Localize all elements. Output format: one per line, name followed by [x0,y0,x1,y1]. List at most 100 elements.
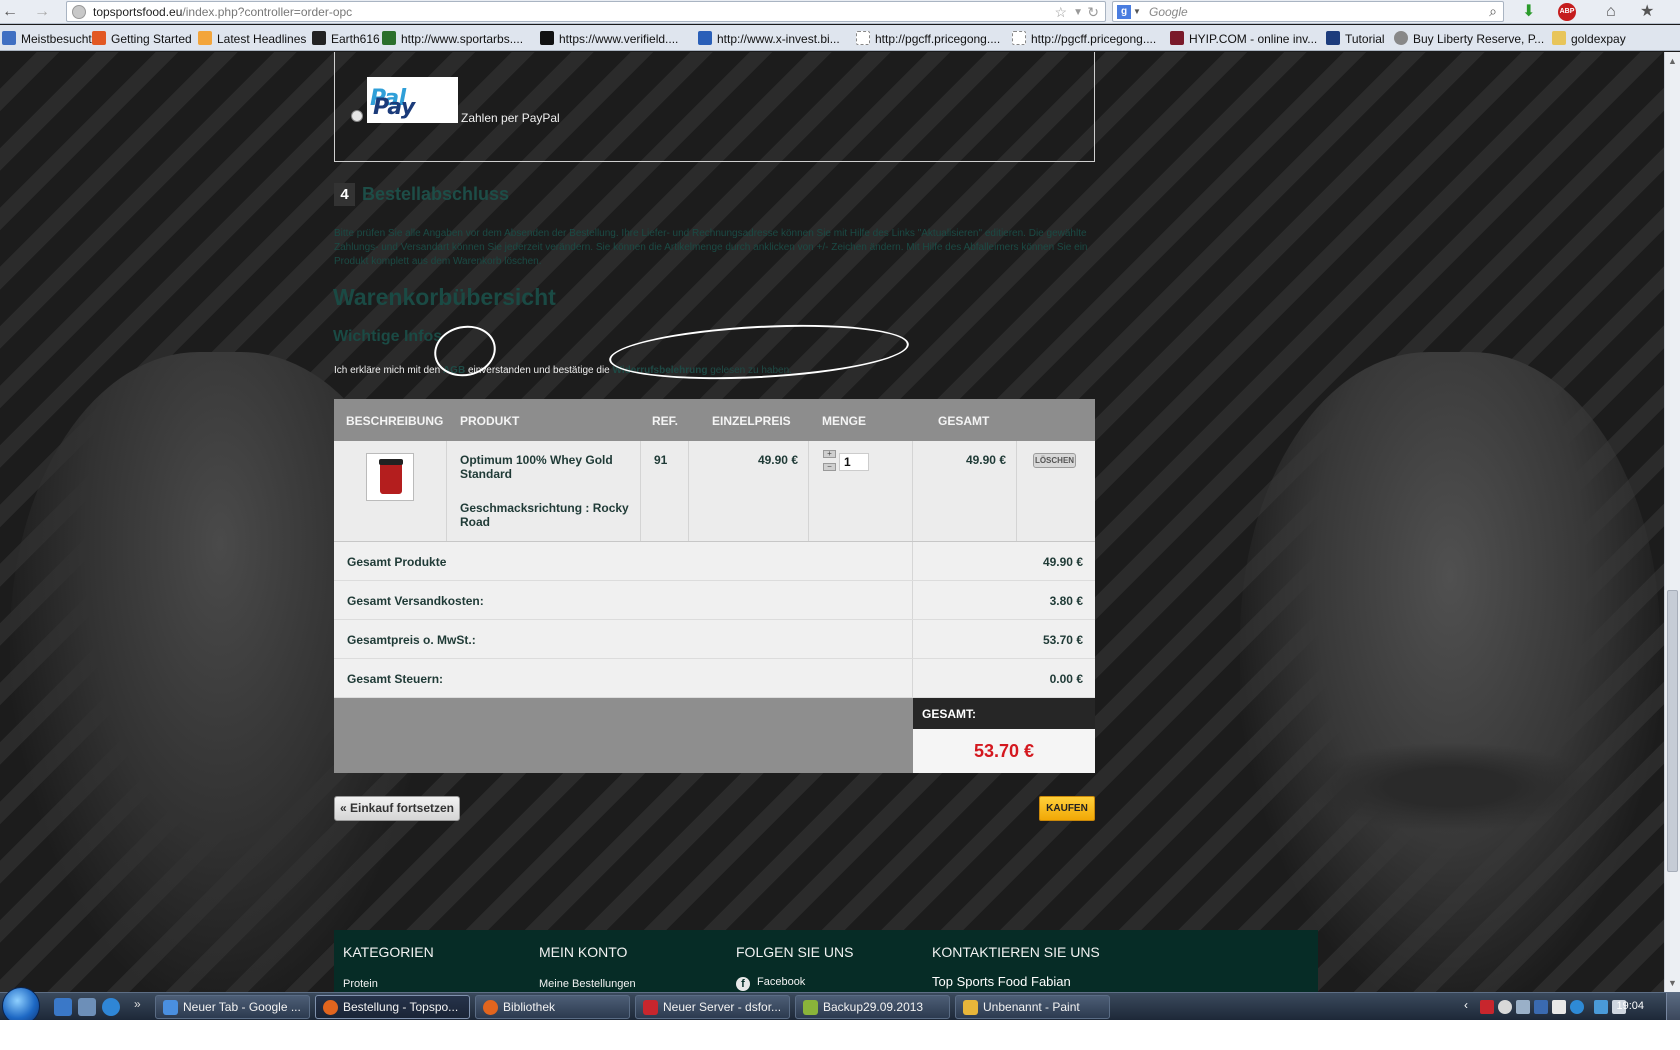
bookmark-item[interactable]: http://www.x-invest.bi... [698,31,840,46]
column-divider [912,620,913,658]
back-arrow-icon[interactable]: ← [0,2,20,22]
product-name-link[interactable]: Optimum 100% Whey Gold Standard [460,453,630,481]
paypal-wordmark-pay: Pay [373,95,415,120]
bookmarks-menu-icon[interactable]: ★ [1640,2,1654,22]
footer-account-title: MEIN KONTO [539,944,628,960]
taskbar-item[interactable]: Neuer Server - dsfor... [635,995,790,1019]
tray-app-icon[interactable] [1534,1000,1548,1014]
bookmark-item[interactable]: Meistbesucht [2,31,92,46]
filezilla-tray-icon[interactable] [1480,1000,1494,1014]
bookmark-item[interactable]: http://pgcff.pricegong.... [1012,31,1156,46]
footer-categories-title: KATEGORIEN [343,944,434,960]
taskbar-item[interactable]: Bestellung - Topspo... [315,995,470,1019]
rss-icon [198,31,212,45]
scroll-down-icon[interactable]: ▼ [1668,978,1677,988]
summary-label: Gesamt Produkte [347,555,447,569]
bookmark-label: HYIP.COM - online inv... [1189,32,1318,46]
column-divider [912,581,913,619]
summary-row: Gesamtpreis o. MwSt.: 53.70 € [334,620,1095,659]
paint-icon [963,1000,978,1015]
paypal-wordmark: Pay Pal [370,86,415,120]
taskbar-item[interactable]: Neuer Tab - Google ... [155,995,310,1019]
site-favicon-icon [1326,31,1340,45]
quantity-increase-button[interactable]: + [823,450,836,458]
line-total: 49.90 € [965,453,1006,467]
earth616-icon [312,31,326,45]
bookmark-item[interactable]: goldexpay [1552,31,1626,46]
tray-app-icon[interactable] [1552,1000,1566,1014]
taskbar-item[interactable]: Bibliothek [475,995,630,1019]
adblock-icon[interactable]: ABP [1558,3,1576,21]
system-clock[interactable]: 19:04 [1616,1000,1644,1012]
continue-shopping-button[interactable]: « Einkauf fortsetzen [334,796,460,821]
site-favicon-icon [1170,31,1184,45]
bookmark-label: Meistbesucht [21,32,92,46]
quicklaunch-overflow-icon[interactable]: » [134,997,141,1011]
google-engine-icon[interactable]: g [1117,5,1131,19]
history-dropdown-icon[interactable]: ▼ [1073,7,1083,18]
bookmark-label: http://pgcff.pricegong.... [875,32,1001,46]
bookmark-item[interactable]: Buy Liberty Reserve, P... [1394,31,1544,46]
column-divider [912,659,913,697]
product-attribute: Geschmacksrichtung : Rocky Road [460,501,629,529]
step-number-badge: 4 [334,183,355,206]
tray-expand-icon[interactable]: ‹ [1464,998,1468,1012]
tray-app-icon[interactable] [1498,1000,1512,1014]
summary-value: 53.70 € [1042,633,1083,647]
show-desktop-button[interactable] [1666,993,1680,1021]
bookmark-item[interactable]: Getting Started [92,31,192,46]
product-ref: 91 [654,453,668,467]
bookmark-label: goldexpay [1571,32,1626,46]
site-identity-icon[interactable] [72,5,86,19]
scrollbar-thumb[interactable] [1667,590,1678,872]
quantity-decrease-button[interactable]: − [823,463,836,471]
search-icon[interactable]: ⌕ [1489,3,1497,20]
product-image[interactable] [366,453,414,501]
paypal-logo[interactable]: Pay Pal [367,77,458,123]
download-icon[interactable]: ⬇ [1522,2,1535,22]
reload-icon[interactable]: ↻ [1087,4,1099,21]
internet-explorer-icon[interactable] [102,998,120,1016]
column-divider [688,441,689,541]
bookmark-label: http://pgcff.pricegong.... [1031,32,1157,46]
buy-button[interactable]: KAUFEN [1039,796,1095,821]
bookmark-star-icon[interactable]: ☆ [1054,4,1067,21]
taskbar-label: Bibliothek [503,1000,556,1014]
search-bar[interactable]: g ▼ Google ⌕ [1112,1,1504,22]
delete-item-button[interactable]: LÖSCHEN [1033,453,1076,468]
home-icon[interactable]: ⌂ [1606,2,1616,22]
engine-dropdown-icon[interactable]: ▼ [1133,7,1141,16]
site-footer: KATEGORIEN Protein MEIN KONTO Meine Best… [334,930,1318,992]
paypal-label[interactable]: Zahlen per PayPal [461,111,560,125]
footer-link-protein[interactable]: Protein [343,978,378,990]
url-text: topsportsfood.eu/index.php?controller=or… [93,5,352,19]
bookmark-item[interactable]: http://pgcff.pricegong.... [856,31,1000,46]
network-icon[interactable] [1594,1000,1608,1014]
bookmark-item[interactable]: https://www.verifield.... [540,31,678,46]
summary-value: 49.90 € [1042,555,1083,569]
tray-app-icon[interactable] [1516,1000,1530,1014]
bookmark-item[interactable]: Latest Headlines [198,31,306,46]
address-bar[interactable]: topsportsfood.eu/index.php?controller=or… [66,1,1106,22]
archive-icon [803,1000,818,1015]
summary-row: Gesamt Versandkosten: 3.80 € [334,581,1095,620]
page-scrollbar[interactable]: ▲ ▼ [1664,52,1680,992]
taskbar-item[interactable]: Backup29.09.2013 [795,995,950,1019]
quantity-input[interactable]: 1 [839,453,869,471]
forward-arrow-icon[interactable]: → [32,2,52,22]
bookmark-item[interactable]: Tutorial [1326,31,1385,46]
scroll-up-icon[interactable]: ▲ [1668,56,1677,66]
window-switcher-icon[interactable] [78,998,96,1016]
footer-link-orders[interactable]: Meine Bestellungen [539,978,636,990]
show-desktop-quicklaunch-icon[interactable] [54,998,72,1016]
footer-link-facebook[interactable]: f Facebook [736,976,805,991]
bookmark-label: Buy Liberty Reserve, P... [1413,32,1545,46]
paypal-radio[interactable] [351,110,363,122]
taskbar-item[interactable]: Unbenannt - Paint [955,995,1110,1019]
bookmark-item[interactable]: Earth616 [312,31,380,46]
tray-app-icon[interactable] [1570,1000,1584,1014]
site-favicon-icon [540,31,554,45]
bookmark-item[interactable]: http://www.sportarbs.... [382,31,523,46]
column-divider [1016,441,1017,541]
bookmark-item[interactable]: HYIP.COM - online inv... [1170,31,1317,46]
